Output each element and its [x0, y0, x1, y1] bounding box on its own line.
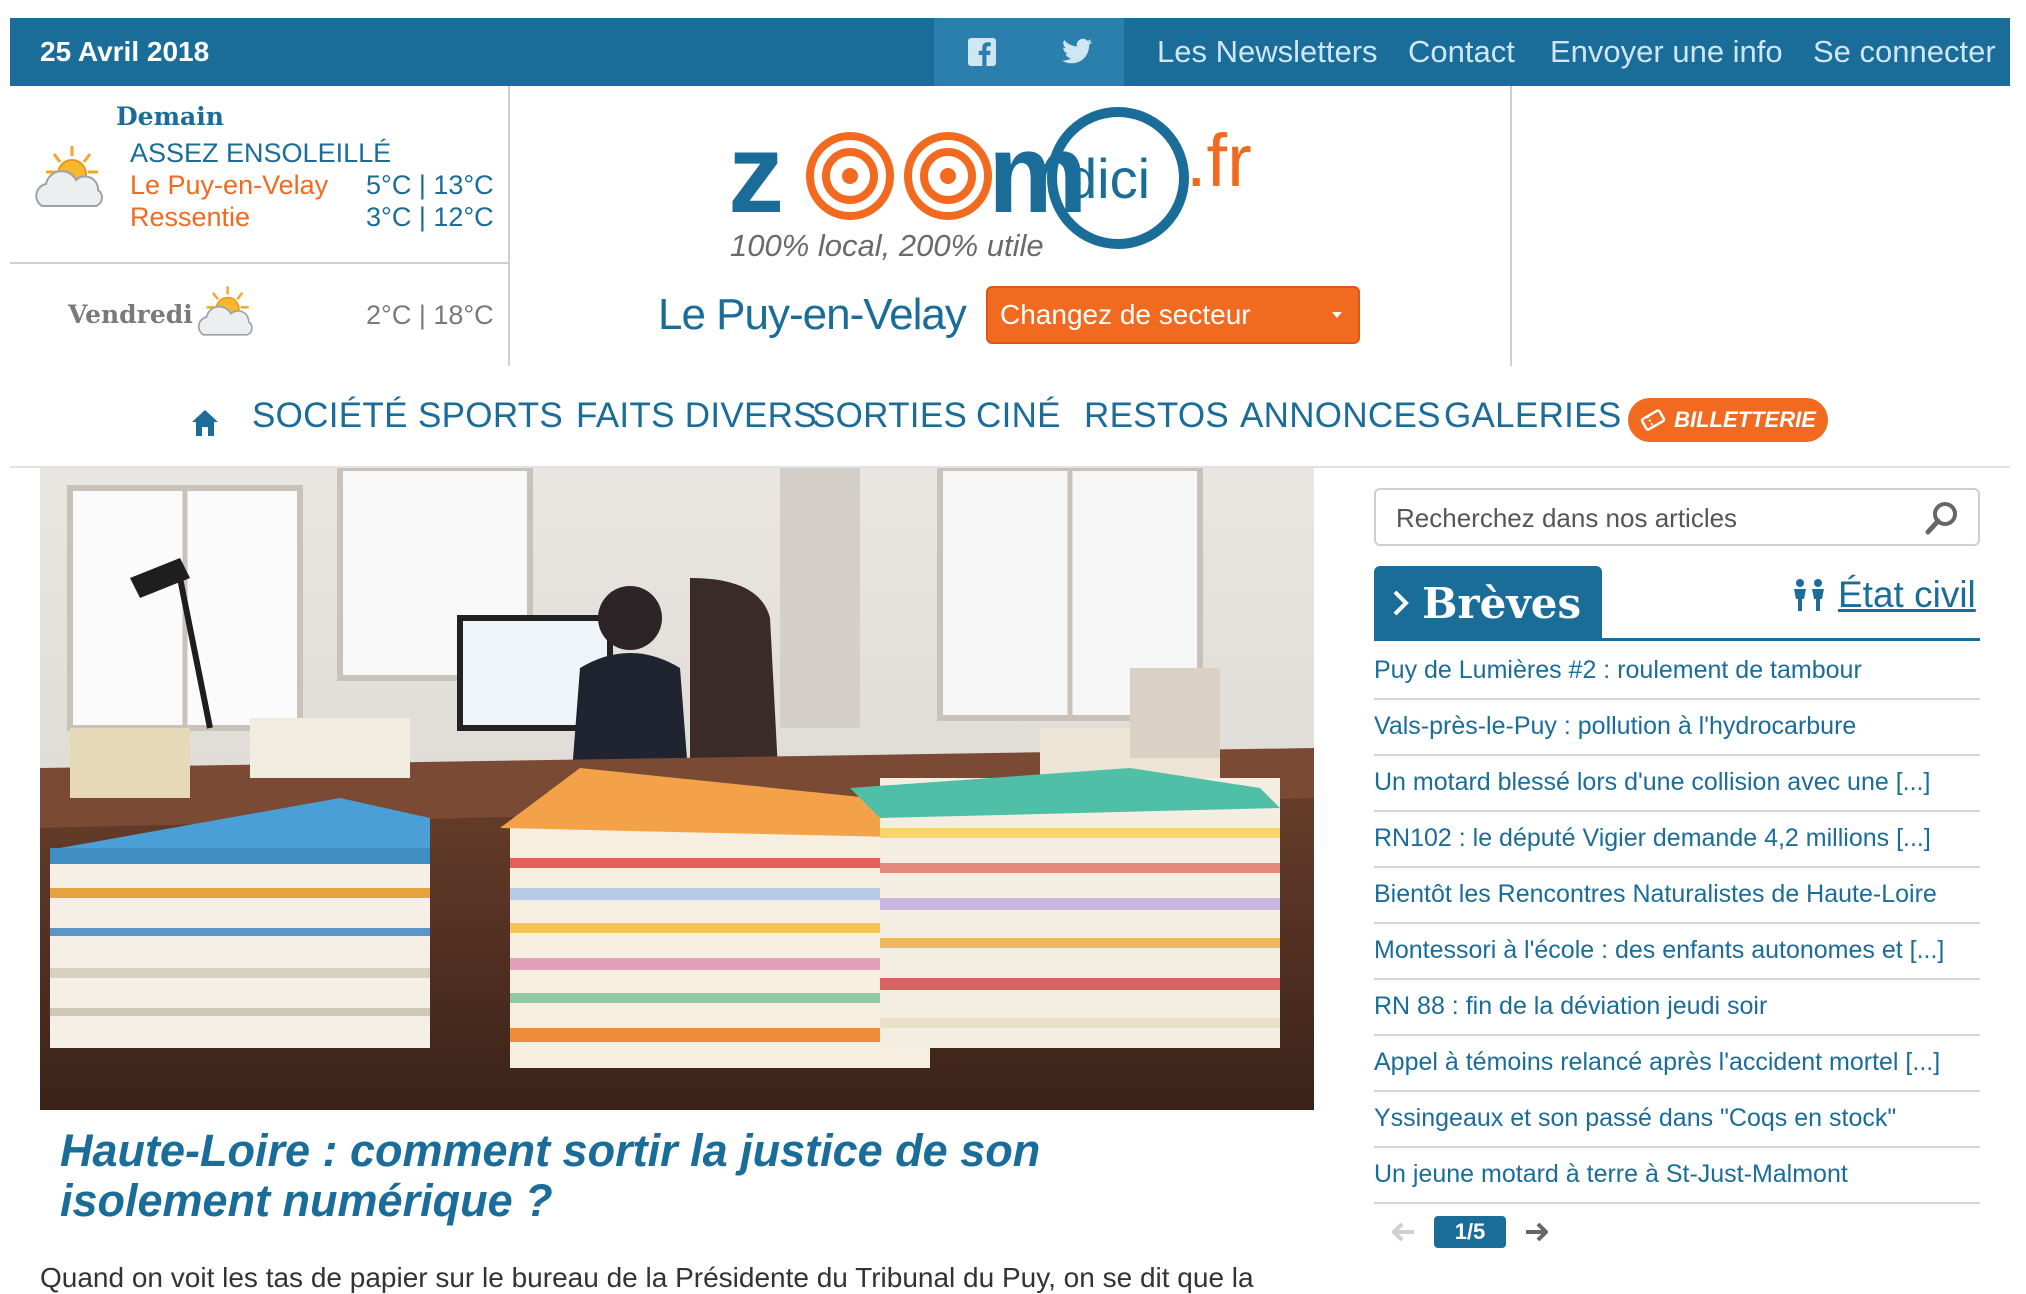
weather-city: Le Puy-en-Velay — [130, 170, 329, 200]
brief-item[interactable]: Montessori à l'école : des enfants auton… — [1374, 924, 1980, 980]
weather-friday-temperature: 2°C | 18°C — [366, 300, 494, 330]
weather-temperature: 5°C | 13°C — [366, 170, 494, 200]
weather-feels-temperature: 3°C | 12°C — [366, 202, 494, 232]
weather-tomorrow-label: Demain — [116, 102, 224, 131]
header-divider — [1510, 86, 1512, 366]
weather-divider — [10, 262, 508, 264]
nav-restos[interactable]: RESTOS — [1084, 396, 1229, 436]
nav-societe[interactable]: SOCIÉTÉ — [252, 396, 408, 436]
twitter-icon[interactable] — [1029, 18, 1124, 86]
search-input[interactable] — [1394, 498, 1918, 538]
nav-annonces[interactable]: ANNONCES — [1240, 396, 1441, 436]
home-icon[interactable] — [190, 408, 220, 443]
svg-text:z: z — [728, 111, 784, 236]
breves-underline — [1374, 638, 1980, 641]
arrow-right-icon[interactable] — [1524, 1222, 1549, 1247]
partly-sunny-icon — [28, 142, 112, 221]
etat-civil-link[interactable]: État civil — [1790, 574, 1976, 616]
top-bar: 25 Avril 2018 Les Newsletters Contact En… — [10, 18, 2010, 86]
weather-condition: ASSEZ ENSOLEILLÉ — [130, 138, 392, 168]
nav-faits-divers[interactable]: FAITS DIVERS — [576, 396, 817, 436]
nav-sorties[interactable]: SORTIES — [812, 396, 967, 436]
pager-indicator: 1/5 — [1434, 1216, 1506, 1248]
search-icon[interactable] — [1924, 500, 1960, 536]
send-info-link[interactable]: Envoyer une info — [1550, 18, 1783, 86]
nav-galeries[interactable]: GALERIES — [1444, 396, 1621, 436]
brief-item[interactable]: Puy de Lumières #2 : roulement de tambou… — [1374, 644, 1980, 700]
social-links — [934, 18, 1124, 86]
chevron-right-icon — [1393, 590, 1409, 616]
facebook-icon[interactable] — [934, 18, 1029, 86]
article-hero-image[interactable] — [40, 468, 1314, 1110]
article-excerpt: Quand on voit les tas de papier sur le b… — [40, 1262, 1254, 1293]
ticket-icon — [1640, 409, 1666, 431]
brief-item[interactable]: RN 88 : fin de la déviation jeudi soir — [1374, 980, 1980, 1036]
current-date: 25 Avril 2018 — [40, 36, 210, 67]
change-sector-dropdown[interactable]: Changez de secteur — [986, 286, 1360, 344]
sector-city: Le Puy-en-Velay — [658, 290, 967, 339]
login-link[interactable]: Se connecter — [1813, 18, 1996, 86]
contact-link[interactable]: Contact — [1408, 18, 1515, 86]
breves-tab[interactable]: Brèves — [1374, 566, 1602, 640]
caret-down-icon — [1332, 312, 1342, 318]
weather-friday-label: Vendredi — [68, 300, 193, 329]
weather-feels-label: Ressentie — [130, 202, 251, 232]
brief-item[interactable]: Appel à témoins relancé après l'accident… — [1374, 1036, 1980, 1092]
billetterie-button[interactable]: BILLETTERIE — [1628, 398, 1828, 442]
nav-sports[interactable]: SPORTS — [418, 396, 563, 436]
header-divider — [508, 86, 510, 366]
brief-item[interactable]: Bientôt les Rencontres Naturalistes de H… — [1374, 868, 1980, 924]
etat-civil-label: État civil — [1838, 574, 1976, 615]
search-box — [1374, 488, 1980, 546]
billetterie-label: BILLETTERIE — [1674, 407, 1816, 432]
brief-item[interactable]: Un jeune motard à terre à St-Just-Malmon… — [1374, 1148, 1980, 1204]
breves-title: Brèves — [1422, 578, 1582, 628]
people-icon — [1794, 579, 1824, 611]
svg-text:.fr: .fr — [1186, 119, 1252, 202]
nav-cine[interactable]: CINÉ — [976, 396, 1061, 436]
article-headline[interactable]: Haute-Loire : comment sortir la justice … — [60, 1126, 1260, 1226]
arrow-left-icon[interactable] — [1391, 1222, 1416, 1247]
site-tagline: 100% local, 200% utile — [730, 228, 1044, 263]
svg-text:dici: dici — [1066, 147, 1150, 210]
partly-sunny-icon — [192, 282, 260, 349]
brief-item[interactable]: Vals-près-le-Puy : pollution à l'hydroca… — [1374, 700, 1980, 756]
brief-item[interactable]: Un motard blessé lors d'une collision av… — [1374, 756, 1980, 812]
brief-item[interactable]: Yssingeaux et son passé dans "Coqs en st… — [1374, 1092, 1980, 1148]
brief-item[interactable]: RN102 : le député Vigier demande 4,2 mil… — [1374, 812, 1980, 868]
change-sector-label: Changez de secteur — [1000, 299, 1251, 330]
newsletters-link[interactable]: Les Newsletters — [1157, 18, 1378, 86]
